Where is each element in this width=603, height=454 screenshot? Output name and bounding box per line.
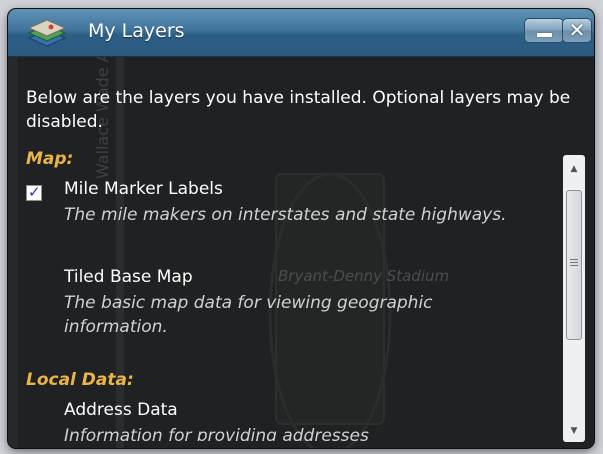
window-title: My Layers <box>88 20 185 42</box>
group-title-map: Map: <box>26 149 74 169</box>
layers-icon <box>27 19 67 47</box>
grip-icon <box>570 259 578 268</box>
title-bar[interactable]: My Layers ✕ <box>8 9 594 57</box>
group-title-local-data: Local Data: <box>26 370 134 390</box>
minimize-button[interactable] <box>524 18 564 43</box>
layer-desc-mile-marker-labels: The mile makers on interstates and state… <box>64 205 507 225</box>
scrollbar-thumb[interactable] <box>566 190 582 340</box>
intro-text: Below are the layers you have installed.… <box>26 88 571 132</box>
layer-name-address-data: Address Data <box>64 400 178 420</box>
my-layers-window: Wallace Wade Ave Bryant-Denny Stadium My… <box>8 9 594 448</box>
layer-list-scrollbar[interactable]: ▲ ▼ <box>563 155 585 442</box>
checkmark-icon: ✓ <box>28 183 41 201</box>
close-button[interactable]: ✕ <box>562 18 592 43</box>
layer-desc-tiled-base-map: The basic map data for viewing geographi… <box>64 293 433 337</box>
layer-name-mile-marker-labels: Mile Marker Labels <box>64 179 223 199</box>
close-icon: ✕ <box>568 18 586 42</box>
scroll-down-arrow-icon[interactable]: ▼ <box>563 421 585 441</box>
minimize-icon <box>537 33 552 37</box>
layer-desc-address-data: Information for providing addresses <box>64 426 369 441</box>
scroll-up-arrow-icon[interactable]: ▲ <box>563 159 585 179</box>
layer-name-tiled-base-map: Tiled Base Map <box>64 267 193 287</box>
mile-marker-labels-checkbox[interactable]: ✓ <box>26 183 42 201</box>
layer-list: Map: ✓ Mile Marker Labels The mile maker… <box>24 149 554 441</box>
